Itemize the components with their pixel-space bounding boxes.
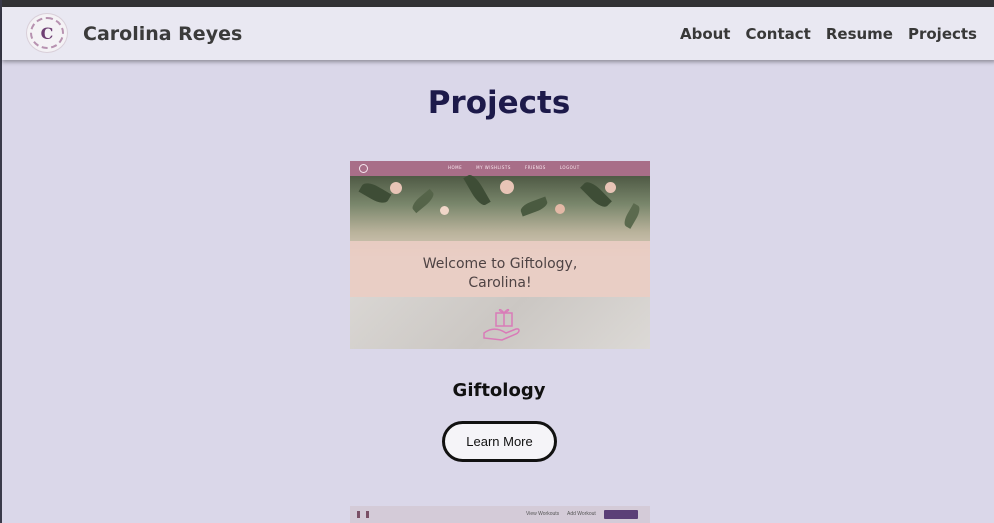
project-screenshot-giftology: HOME MY WISHLISTS FRIENDS LOGOUT Welcome…	[350, 161, 650, 349]
flower-shape	[390, 182, 402, 194]
nav-link-about[interactable]: About	[680, 25, 731, 43]
brand-name[interactable]: Carolina Reyes	[83, 23, 242, 45]
leaf-shape	[409, 188, 437, 214]
screenshot-logout-button	[604, 510, 638, 519]
nav-link-resume[interactable]: Resume	[826, 25, 893, 43]
leaf-shape	[518, 196, 550, 217]
welcome-line-1: Welcome to Giftology,	[422, 256, 578, 272]
welcome-line-2: Carolina!	[468, 275, 532, 291]
screenshot-dumbbell-logo	[357, 511, 369, 518]
learn-more-button[interactable]: Learn More	[442, 421, 557, 462]
page-title: Projects	[427, 85, 571, 121]
screenshot-nav-link: FRIENDS	[524, 165, 546, 170]
screenshot-navbar: HOME MY WISHLISTS FRIENDS LOGOUT	[350, 161, 650, 176]
screenshot-nav-link: HOME	[448, 165, 463, 170]
navbar: C Carolina Reyes About Contact Resume Pr…	[2, 7, 994, 60]
screenshot-nav-link: LOGOUT	[559, 165, 580, 170]
gift-hand-icon	[483, 308, 520, 341]
window-top-strip	[2, 0, 994, 7]
project-screenshot-workouts: View Workouts Add Workout	[350, 506, 650, 523]
brand-logo[interactable]: C	[26, 13, 68, 53]
flower-shape	[605, 182, 616, 193]
screenshot-nav-links: HOME MY WISHLISTS FRIENDS LOGOUT	[448, 165, 580, 170]
flower-shape	[555, 204, 565, 214]
leaf-shape	[621, 203, 643, 229]
screenshot-nav-link: Add Workout	[567, 511, 596, 517]
screenshot-logo	[359, 164, 368, 173]
nav-link-projects[interactable]: Projects	[908, 25, 977, 43]
leaf-shape	[358, 179, 392, 207]
screenshot-nav-link: MY WISHLISTS	[476, 165, 511, 170]
nav-link-contact[interactable]: Contact	[745, 25, 810, 43]
flower-shape	[500, 180, 514, 194]
screenshot-welcome-text: Welcome to Giftology, Carolina!	[350, 255, 650, 293]
project-name: Giftology	[452, 380, 546, 401]
flower-shape	[440, 206, 449, 215]
logo-letter: C	[40, 23, 54, 43]
leaf-shape	[463, 172, 491, 208]
screenshot-nav-link: View Workouts	[526, 511, 560, 517]
nav-links: About Contact Resume Projects	[680, 25, 977, 43]
